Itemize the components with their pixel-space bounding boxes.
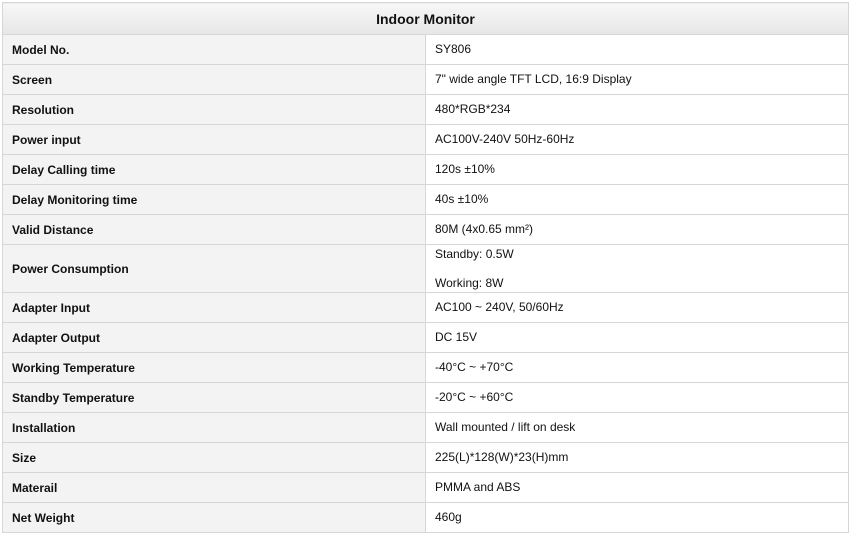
spec-value: Wall mounted / lift on desk xyxy=(425,412,849,443)
table-row: Materail PMMA and ABS xyxy=(2,472,849,503)
spec-label: Model No. xyxy=(2,34,426,65)
table-row: Net Weight 460g xyxy=(2,502,849,533)
spec-label: Adapter Output xyxy=(2,322,426,353)
spec-value: PMMA and ABS xyxy=(425,472,849,503)
spec-value-line: -40°C ~ +70°C xyxy=(435,360,514,374)
spec-value: 40s ±10% xyxy=(425,184,849,215)
spec-value-line: 480*RGB*234 xyxy=(435,102,511,116)
table-title: Indoor Monitor xyxy=(2,2,849,35)
spec-value: 460g xyxy=(425,502,849,533)
spec-label: Delay Monitoring time xyxy=(2,184,426,215)
spec-value: AC100V-240V 50Hz-60Hz xyxy=(425,124,849,155)
spec-table: Indoor Monitor Model No. SY806 Screen 7" wi… xyxy=(2,2,849,533)
table-row: Adapter Output DC 15V xyxy=(2,322,849,353)
table-row: Model No. SY806 xyxy=(2,34,849,65)
table-row: Power input AC100V-240V 50Hz-60Hz xyxy=(2,124,849,155)
spec-value: Standby: 0.5W Working: 8W xyxy=(425,244,849,293)
spec-value: 120s ±10% xyxy=(425,154,849,185)
spec-label: Net Weight xyxy=(2,502,426,533)
table-row: Adapter Input AC100 ~ 240V, 50/60Hz xyxy=(2,292,849,323)
spec-value: 7" wide angle TFT LCD, 16:9 Display xyxy=(425,64,849,95)
spec-value: 480*RGB*234 xyxy=(425,94,849,125)
spec-value-line: 225(L)*128(W)*23(H)mm xyxy=(435,450,569,464)
spec-value-line: DC 15V xyxy=(435,330,478,344)
spec-value: -20°C ~ +60°C xyxy=(425,382,849,413)
spec-label: Resolution xyxy=(2,94,426,125)
spec-value-line: -20°C ~ +60°C xyxy=(435,390,514,404)
table-row: Size 225(L)*128(W)*23(H)mm xyxy=(2,442,849,473)
table-row: Working Temperature -40°C ~ +70°C xyxy=(2,352,849,383)
spec-label: Screen xyxy=(2,64,426,95)
table-header-row: Indoor Monitor xyxy=(2,2,849,35)
spec-label: Working Temperature xyxy=(2,352,426,383)
spec-label: Adapter Input xyxy=(2,292,426,323)
table-row: Standby Temperature -20°C ~ +60°C xyxy=(2,382,849,413)
spec-value-line: SY806 xyxy=(435,42,472,56)
spec-label: Power input xyxy=(2,124,426,155)
table-row: Delay Monitoring time 40s ±10% xyxy=(2,184,849,215)
spec-value-line: 80M (4x0.65 mm²) xyxy=(435,222,534,236)
spec-label: Size xyxy=(2,442,426,473)
table-row: Power Consumption Standby: 0.5W Working: 8… xyxy=(2,244,849,293)
spec-label: Materail xyxy=(2,472,426,503)
spec-label: Power Consumption xyxy=(2,244,426,293)
spec-value: 225(L)*128(W)*23(H)mm xyxy=(425,442,849,473)
spec-label: Valid Distance xyxy=(2,214,426,245)
table-row: Installation Wall mounted / lift on desk xyxy=(2,412,849,443)
spec-value: SY806 xyxy=(425,34,849,65)
spec-value-line: Standby: 0.5W xyxy=(435,246,514,261)
spec-value: -40°C ~ +70°C xyxy=(425,352,849,383)
spec-value: 80M (4x0.65 mm²) xyxy=(425,214,849,245)
table-row: Screen 7" wide angle TFT LCD, 16:9 Displa… xyxy=(2,64,849,95)
spec-value-line: 120s ±10% xyxy=(435,162,495,176)
spec-label: Installation xyxy=(2,412,426,443)
spec-value-line: AC100V-240V 50Hz-60Hz xyxy=(435,132,575,146)
spec-value-line: PMMA and ABS xyxy=(435,480,521,494)
spec-value: DC 15V xyxy=(425,322,849,353)
spec-value-line: AC100 ~ 240V, 50/60Hz xyxy=(435,300,564,314)
spec-label: Standby Temperature xyxy=(2,382,426,413)
spec-value: AC100 ~ 240V, 50/60Hz xyxy=(425,292,849,323)
spec-value-line: 40s ±10% xyxy=(435,192,489,206)
spec-value-line: Wall mounted / lift on desk xyxy=(435,420,576,434)
spec-value-line: Working: 8W xyxy=(435,275,504,290)
spec-value-line: 7" wide angle TFT LCD, 16:9 Display xyxy=(435,72,632,86)
table-body: Model No. SY806 Screen 7" wide angle TFT LC… xyxy=(2,34,849,533)
table-row: Resolution 480*RGB*234 xyxy=(2,94,849,125)
spec-value-line: 460g xyxy=(435,510,462,524)
spec-label: Delay Calling time xyxy=(2,154,426,185)
table-row: Valid Distance 80M (4x0.65 mm²) xyxy=(2,214,849,245)
table-row: Delay Calling time 120s ±10% xyxy=(2,154,849,185)
